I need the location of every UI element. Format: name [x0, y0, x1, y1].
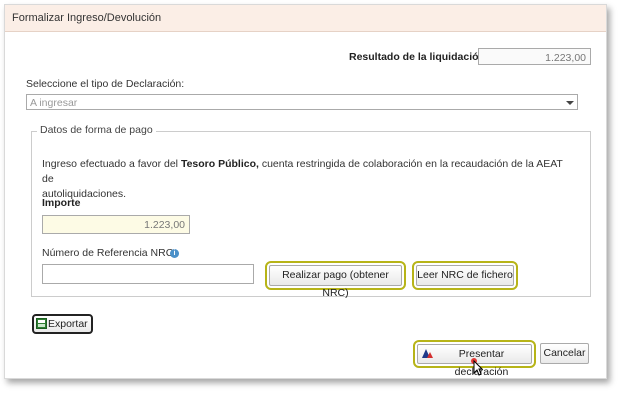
- tipo-declaracion-select[interactable]: A ingresar: [26, 94, 578, 110]
- nrc-label: Número de Referencia NRC:: [42, 247, 177, 259]
- aeat-logo-icon: [422, 349, 433, 358]
- tipo-declaracion-label: Seleccione el tipo de Declaración:: [26, 78, 185, 90]
- chevron-down-icon[interactable]: [563, 95, 577, 109]
- importe-field: 1.223,00: [42, 215, 190, 234]
- realizar-pago-button[interactable]: Realizar pago (obtener NRC): [269, 265, 402, 299]
- nrc-input[interactable]: [42, 264, 254, 284]
- info-icon[interactable]: i: [170, 249, 179, 258]
- leer-nrc-button[interactable]: Leer NRC de fichero: [416, 265, 514, 286]
- forma-pago-description: Ingreso efectuado a favor del Tesoro Púb…: [42, 158, 563, 200]
- dialog-titlebar: Formalizar Ingreso/Devolución: [5, 5, 606, 32]
- resultado-field: 1.223,00: [478, 48, 591, 65]
- export-icon: [36, 318, 47, 329]
- cancelar-button[interactable]: Cancelar: [540, 343, 589, 364]
- dialog-title: Formalizar Ingreso/Devolución: [12, 12, 162, 24]
- mouse-cursor-icon: [471, 358, 483, 376]
- resultado-label: Resultado de la liquidación: [349, 51, 485, 63]
- importe-label: Importe: [42, 197, 81, 209]
- forma-pago-legend: Datos de forma de pago: [37, 124, 156, 136]
